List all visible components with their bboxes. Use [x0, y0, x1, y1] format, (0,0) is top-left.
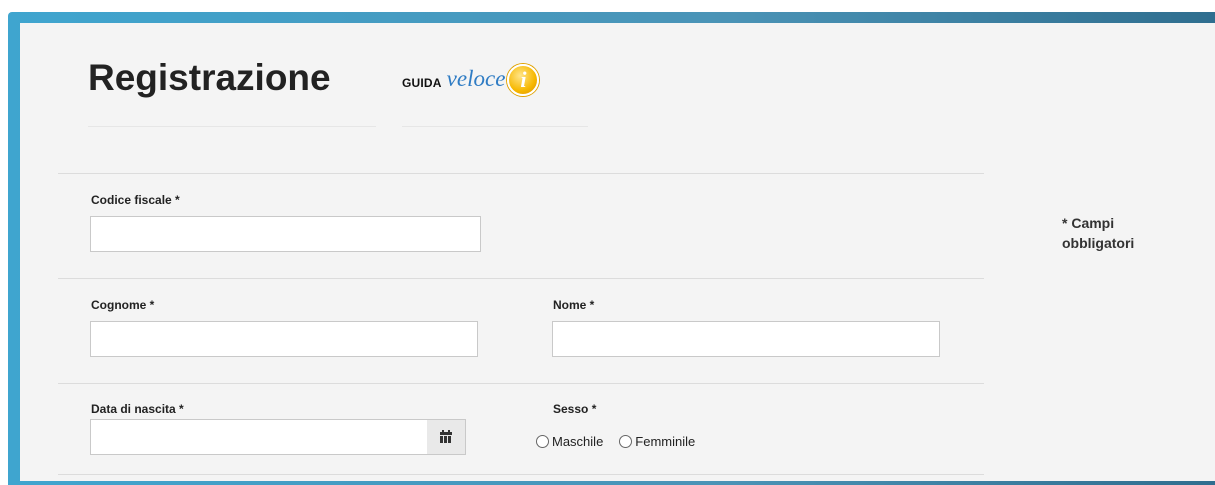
- nome-label: Nome *: [553, 298, 595, 312]
- guide-divider: [402, 126, 588, 127]
- divider: [58, 278, 984, 279]
- divider: [58, 474, 984, 475]
- radio-maschile-label[interactable]: Maschile: [552, 434, 603, 449]
- page-title: Registrazione: [88, 57, 331, 98]
- codice-fiscale-label: Codice fiscale *: [91, 193, 180, 207]
- divider: [58, 383, 984, 384]
- radio-femminile-label[interactable]: Femminile: [635, 434, 695, 449]
- title-divider: [88, 126, 376, 127]
- radio-femminile[interactable]: [619, 435, 633, 448]
- sesso-label: Sesso *: [553, 402, 597, 416]
- guide-highlight: veloce: [446, 66, 506, 91]
- nome-input[interactable]: [552, 321, 940, 357]
- guide-prefix: GUIDA: [402, 76, 442, 90]
- divider: [58, 173, 984, 174]
- calendar-icon: [440, 430, 452, 443]
- calendar-button[interactable]: [427, 419, 466, 455]
- data-nascita-input[interactable]: [90, 419, 428, 455]
- codice-fiscale-input[interactable]: [90, 216, 481, 252]
- radio-maschile[interactable]: [536, 435, 549, 448]
- registration-window: Registrazione GUIDA veloce i Codice fisc…: [0, 0, 1215, 485]
- info-icon: i: [507, 64, 540, 96]
- cognome-label: Cognome *: [91, 298, 155, 312]
- required-fields-note: * Campi obbligatori: [1062, 215, 1135, 251]
- sesso-radio-group: Maschile Femminile: [536, 434, 711, 449]
- quick-guide-link[interactable]: GUIDA veloce i: [402, 58, 540, 108]
- cognome-input[interactable]: [90, 321, 478, 357]
- data-nascita-label: Data di nascita *: [91, 402, 184, 416]
